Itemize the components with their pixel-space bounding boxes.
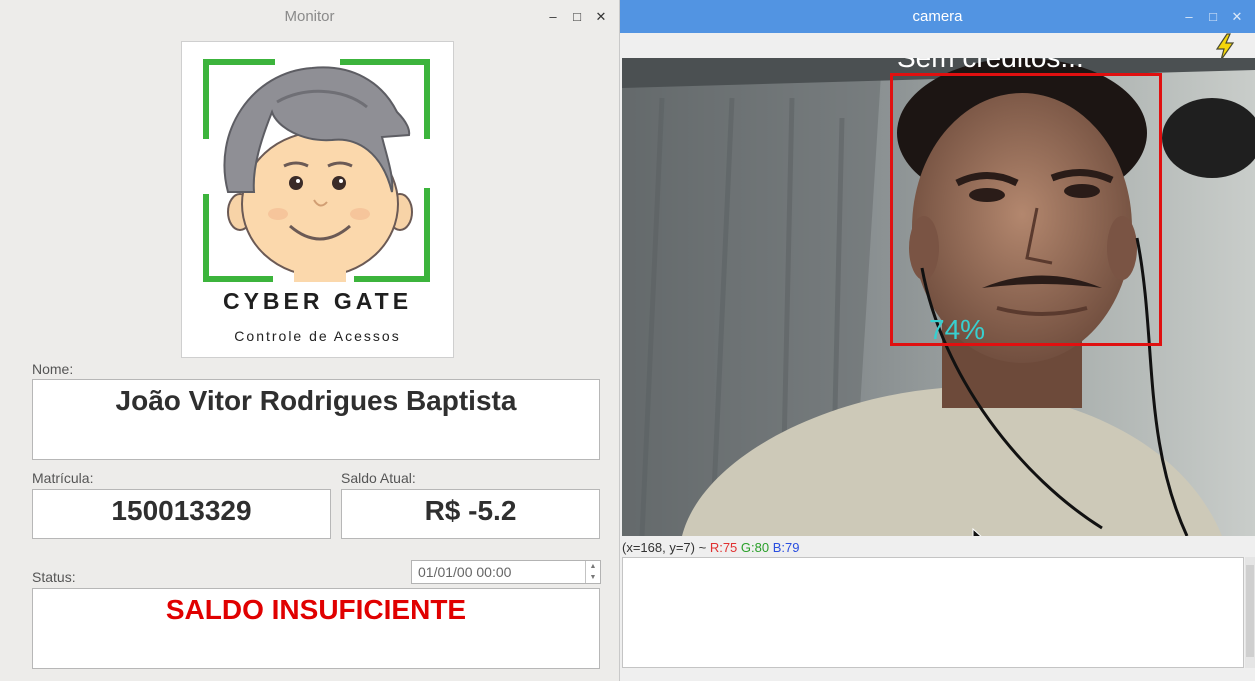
nome-field: João Vitor Rodrigues Baptista bbox=[32, 379, 600, 460]
camera-window: camera – □ ✕ 74% (x=168, y=7) ~ R:75 G:8… bbox=[620, 0, 1255, 681]
brand-name: CYBER GATE bbox=[222, 288, 413, 314]
pixel-blue-value: B:79 bbox=[772, 540, 800, 555]
close-button[interactable]: ✕ bbox=[591, 7, 611, 27]
monitor-window: Monitor – □ ✕ CYBER GATE Controle de Ace… bbox=[0, 0, 620, 681]
spin-up-icon[interactable]: ▲ bbox=[586, 561, 600, 572]
pixel-green-value: G:80 bbox=[740, 540, 770, 555]
spin-down-icon[interactable]: ▼ bbox=[586, 572, 600, 583]
recognition-caption: Sem créditos... bbox=[897, 58, 1084, 74]
window-title: Monitor bbox=[284, 8, 335, 25]
saldo-label: Saldo Atual: bbox=[341, 470, 416, 486]
cyber-gate-logo: CYBER GATE Controle de Acessos bbox=[181, 41, 454, 358]
matricula-field: 150013329 bbox=[32, 489, 331, 539]
monitor-titlebar[interactable]: Monitor – □ ✕ bbox=[0, 0, 619, 33]
pixel-red-value: R:75 bbox=[709, 540, 738, 555]
output-text-area[interactable] bbox=[622, 557, 1244, 668]
datetime-spinner[interactable]: ▲ ▼ bbox=[585, 561, 600, 583]
scrollbar-thumb[interactable] bbox=[1246, 565, 1254, 657]
camera-titlebar[interactable]: camera – □ ✕ bbox=[620, 0, 1255, 33]
window-title: camera bbox=[912, 8, 963, 25]
mouse-cursor-icon bbox=[972, 527, 986, 536]
minimize-button[interactable]: – bbox=[1179, 7, 1199, 27]
saldo-field: R$ -5.2 bbox=[341, 489, 600, 539]
minimize-button[interactable]: – bbox=[543, 7, 563, 27]
brand-tagline: Controle de Acessos bbox=[234, 328, 401, 344]
camera-feed: Sem créditos... 74% bbox=[622, 58, 1255, 536]
flash-icon[interactable] bbox=[1213, 33, 1237, 61]
pixel-coords: (x=168, y=7) ~ bbox=[622, 540, 707, 555]
close-button[interactable]: ✕ bbox=[1227, 7, 1247, 27]
avatar-illustration bbox=[203, 59, 430, 282]
window-controls: – □ ✕ bbox=[1179, 0, 1247, 33]
status-label: Status: bbox=[32, 569, 76, 585]
datetime-value[interactable]: 01/01/00 00:00 bbox=[412, 564, 585, 580]
pixel-info-status: (x=168, y=7) ~ R:75 G:80 B:79 bbox=[622, 540, 799, 555]
camera-toolbar bbox=[620, 33, 1255, 61]
status-field: SALDO INSUFICIENTE bbox=[32, 588, 600, 669]
nome-label: Nome: bbox=[32, 361, 74, 377]
maximize-button[interactable]: □ bbox=[1203, 7, 1223, 27]
datetime-spinbox[interactable]: 01/01/00 00:00 ▲ ▼ bbox=[411, 560, 601, 584]
window-controls: – □ ✕ bbox=[543, 0, 611, 33]
vertical-scrollbar[interactable] bbox=[1245, 557, 1255, 668]
confidence-label: 74% bbox=[929, 314, 986, 345]
face-detection-box bbox=[890, 73, 1162, 346]
matricula-label: Matrícula: bbox=[32, 470, 94, 486]
maximize-button[interactable]: □ bbox=[567, 7, 587, 27]
